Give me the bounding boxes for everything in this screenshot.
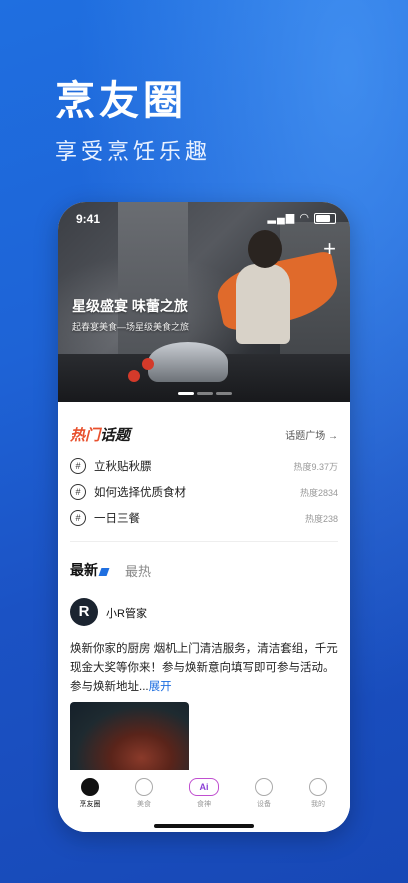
- topic-plaza-link[interactable]: 话题广场 →: [285, 427, 338, 442]
- tab-label: 设备: [257, 801, 271, 808]
- hashtag-icon: #: [70, 510, 86, 526]
- carousel-dot: [197, 392, 213, 395]
- app-subtitle: 享受烹饪乐趣: [55, 139, 212, 164]
- tab-label: 烹友圈: [79, 801, 101, 808]
- topic-name: 如何选择优质食材: [94, 487, 186, 499]
- carousel-dot: [216, 392, 232, 395]
- hot-topics-title: 热门话题: [70, 424, 130, 445]
- hero-person: [236, 264, 290, 344]
- hashtag-icon: #: [70, 458, 86, 474]
- post-text: 焕新你家的厨房 烟机上门清洁服务，清洁套组，千元现金大奖等你来！参与焕新意向填写…: [70, 640, 340, 697]
- topic-row[interactable]: # 如何选择优质食材 热度2834: [70, 482, 338, 504]
- hero-tomato: [128, 370, 140, 382]
- topic-heat: 热度238: [304, 514, 338, 524]
- topic-heat: 热度2834: [299, 488, 338, 498]
- tab-hot[interactable]: 最热: [125, 561, 151, 580]
- carousel-indicator: [178, 382, 235, 400]
- tab-profile[interactable]: 我的: [298, 778, 338, 809]
- topic-name: 立秋贴秋膘: [94, 461, 152, 473]
- tab-active-indicator: [98, 568, 110, 576]
- topic-name: 一日三餐: [94, 513, 140, 525]
- hot-topics-title-rest: 话题: [100, 427, 131, 444]
- hot-topics-title-hot: 热门: [70, 427, 101, 444]
- avatar[interactable]: R: [70, 598, 98, 626]
- expand-link[interactable]: 展开: [149, 681, 172, 693]
- tab-ai-chef[interactable]: Ai 食神: [184, 778, 224, 809]
- hashtag-icon: #: [70, 484, 86, 500]
- topic-heat: 热度9.37万: [293, 462, 338, 472]
- battery-icon: [314, 212, 336, 224]
- hero-subtitle: 起春宴美食—场星级美食之旅: [72, 322, 190, 332]
- hero-person-head: [248, 230, 282, 268]
- divider: [70, 541, 338, 542]
- tab-latest-label: 最新: [70, 562, 98, 578]
- status-time: 9:41: [76, 212, 101, 226]
- phone-mockup: 9:41 ▂▄▆ ◠ + 星级盛宴 味蕾之旅 起春宴美食—场星级美食之旅 热门话…: [58, 202, 350, 832]
- tab-latest[interactable]: 最新: [70, 560, 110, 580]
- add-icon[interactable]: +: [323, 238, 336, 260]
- bottom-tab-bar: 烹友圈 美食 Ai 食神 设备 我的: [58, 770, 350, 832]
- topic-row[interactable]: # 一日三餐 热度238: [70, 508, 338, 530]
- hot-topics-header: 热门话题 话题广场 →: [70, 424, 338, 444]
- tab-home[interactable]: 烹友圈: [70, 778, 110, 809]
- signal-icon: ▂▄▆: [267, 212, 296, 224]
- app-title: 烹友圈: [55, 79, 187, 123]
- status-icons: ▂▄▆ ◠: [268, 211, 336, 224]
- wifi-icon: ◠: [299, 212, 310, 224]
- hero-title: 星级盛宴 味蕾之旅: [72, 298, 188, 314]
- tab-label: 我的: [311, 801, 325, 808]
- hero-tomato: [142, 358, 154, 370]
- topic-row[interactable]: # 立秋贴秋膘 热度9.37万: [70, 456, 338, 478]
- hero-banner[interactable]: 9:41 ▂▄▆ ◠ + 星级盛宴 味蕾之旅 起春宴美食—场星级美食之旅: [58, 202, 350, 402]
- post-body: 焕新你家的厨房 烟机上门清洁服务，清洁套组，千元现金大奖等你来！参与焕新意向填写…: [70, 643, 338, 693]
- home-icon: [81, 778, 99, 796]
- hero-pot: [148, 342, 228, 382]
- profile-icon: [309, 778, 327, 796]
- chef-hat-icon: [135, 778, 153, 796]
- author-name[interactable]: 小R管家: [106, 605, 147, 621]
- carousel-dot: [178, 392, 194, 395]
- tab-label: 食神: [197, 801, 211, 808]
- tab-food[interactable]: 美食: [124, 778, 164, 809]
- tab-devices[interactable]: 设备: [244, 778, 284, 809]
- ai-icon: Ai: [189, 778, 219, 796]
- home-indicator[interactable]: [154, 824, 254, 828]
- device-icon: [255, 778, 273, 796]
- tab-label: 美食: [137, 801, 151, 808]
